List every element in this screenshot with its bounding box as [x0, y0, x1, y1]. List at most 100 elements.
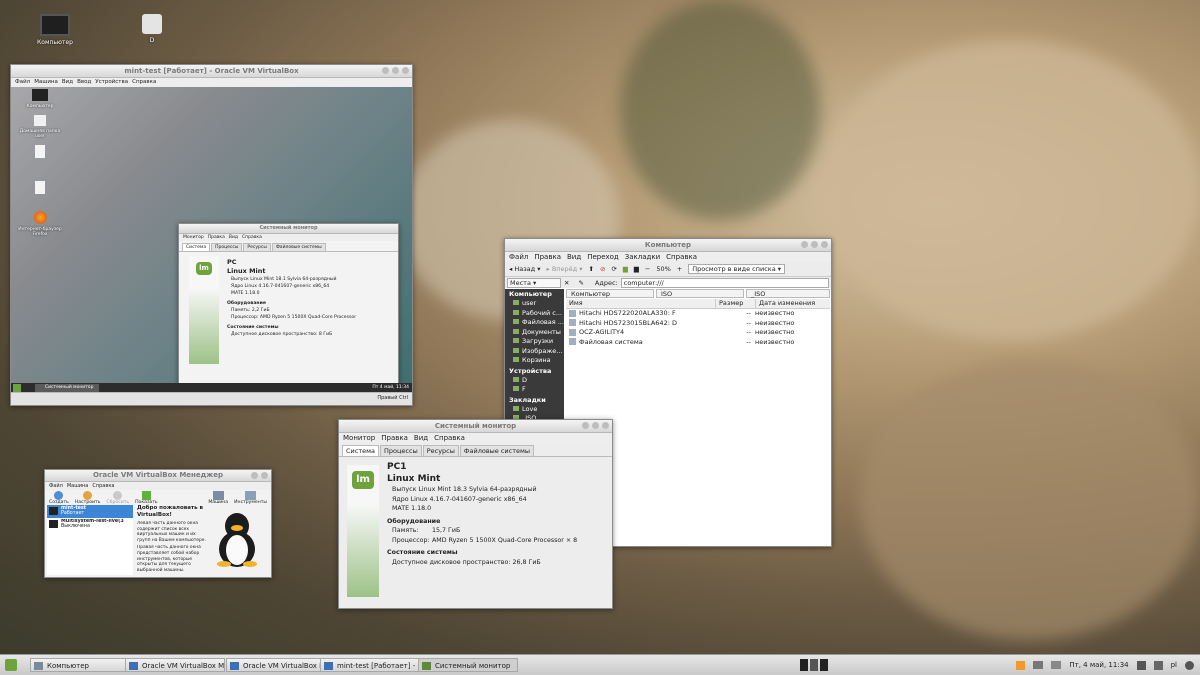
- menu-item[interactable]: Правка: [208, 235, 225, 240]
- breadcrumb-item[interactable]: Компьютер: [566, 289, 654, 298]
- vm-list-item[interactable]: Multisystem-Test-live(3 Выключена: [47, 518, 133, 531]
- stop-icon[interactable]: ⊘: [600, 265, 605, 273]
- menu-item[interactable]: Правка: [534, 253, 561, 261]
- menu-item[interactable]: Машина: [34, 79, 58, 85]
- sidebar-item[interactable]: F: [505, 385, 564, 395]
- zoom-out-icon[interactable]: −: [645, 265, 650, 273]
- volume-icon[interactable]: [1153, 660, 1163, 670]
- keyboard-icon[interactable]: [1051, 661, 1062, 669]
- table-row[interactable]: Файловая система -- неизвестно: [566, 338, 830, 348]
- reload-icon[interactable]: ⟳: [611, 265, 616, 273]
- tab-system[interactable]: Система: [342, 445, 380, 456]
- guest-icon-firefox[interactable]: Интернет-браузер Firefox: [15, 211, 65, 237]
- vm-list-item[interactable]: mint-test Работает: [47, 505, 133, 518]
- minimize-icon[interactable]: [801, 241, 808, 248]
- back-button[interactable]: ◂ Назад ▾: [509, 265, 541, 273]
- menu-item[interactable]: Вид: [62, 79, 73, 85]
- sidebar-item[interactable]: Документы: [505, 328, 564, 338]
- guest-icon-computer[interactable]: Компьютер: [15, 89, 65, 109]
- menu-button[interactable]: [5, 659, 17, 671]
- column-size[interactable]: Размер: [716, 299, 756, 308]
- view-mode-select[interactable]: Просмотр в виде списка ▾: [688, 264, 786, 274]
- sidebar-item[interactable]: Рабочий с...: [505, 309, 564, 319]
- tab-processes[interactable]: Процессы: [380, 445, 422, 456]
- tab-system[interactable]: Система: [182, 243, 211, 251]
- menu-item[interactable]: Справка: [434, 434, 465, 442]
- minimize-icon[interactable]: [582, 422, 589, 429]
- places-select[interactable]: Места ▾: [507, 277, 561, 288]
- guest-clock[interactable]: Пт 4 май, 11:34: [372, 384, 409, 392]
- sidebar-item[interactable]: Изображе...: [505, 347, 564, 357]
- sidebar-item[interactable]: Love: [505, 405, 564, 415]
- menu-item[interactable]: Вид: [229, 235, 238, 240]
- maximize-icon[interactable]: [592, 422, 599, 429]
- sidebar-item[interactable]: Загрузки: [505, 337, 564, 347]
- desktop-icon-drive-d[interactable]: D: [127, 14, 177, 44]
- column-name[interactable]: Имя: [566, 299, 716, 308]
- mail-icon[interactable]: [1033, 661, 1044, 669]
- desktop-icon-computer[interactable]: Компьютер: [30, 14, 80, 46]
- menu-item[interactable]: Файл: [15, 79, 30, 85]
- taskbar-item[interactable]: Компьютер: [30, 658, 132, 672]
- minimize-icon[interactable]: [251, 472, 258, 479]
- menu-item[interactable]: Монитор: [343, 434, 375, 442]
- menu-item[interactable]: Устройства: [95, 79, 128, 85]
- sidebar-item[interactable]: Корзина: [505, 356, 564, 366]
- menu-item[interactable]: Ввод: [77, 79, 91, 85]
- menu-item[interactable]: Монитор: [183, 235, 204, 240]
- sidebar-item[interactable]: user: [505, 299, 564, 309]
- guest-screen[interactable]: Компьютер Домашняя папка user Интернет-б…: [11, 87, 412, 393]
- column-date[interactable]: Дата изменения: [756, 299, 830, 308]
- address-input[interactable]: computer:///: [620, 277, 829, 288]
- sysmon-titlebar[interactable]: Системный монитор: [339, 420, 612, 433]
- breadcrumb-item[interactable]: ISO: [655, 289, 744, 298]
- table-row[interactable]: Hitachi HDS723015BLA642: D -- неизвестно: [566, 319, 830, 329]
- menu-item[interactable]: Справка: [666, 253, 697, 261]
- guest-sysmon-titlebar[interactable]: Системный монитор: [179, 224, 398, 234]
- home-icon[interactable]: ▆: [623, 265, 628, 273]
- table-row[interactable]: Hitachi HDS722020ALA330: F -- неизвестно: [566, 309, 830, 319]
- breadcrumb-item[interactable]: _ISO: [745, 289, 830, 298]
- menu-item[interactable]: Машина: [67, 483, 89, 489]
- guest-icon-file[interactable]: [15, 181, 65, 197]
- vbox-manager-titlebar[interactable]: Oracle VM VirtualBox Менеджер: [45, 470, 271, 482]
- guest-icon-home[interactable]: Домашняя папка user: [15, 115, 65, 139]
- computer-icon[interactable]: ▆: [634, 265, 639, 273]
- minimize-icon[interactable]: [382, 67, 389, 74]
- guest-task[interactable]: Системный монитор: [35, 384, 99, 392]
- workspace-switcher[interactable]: [800, 659, 840, 671]
- menu-item[interactable]: Правка: [381, 434, 408, 442]
- menu-item[interactable]: Справка: [92, 483, 114, 489]
- close-sidebar-icon[interactable]: ✕: [564, 279, 569, 287]
- menu-item[interactable]: Вид: [567, 253, 581, 261]
- taskbar-item[interactable]: Oracle VM VirtualBox Мен...: [125, 658, 225, 672]
- taskbar-item[interactable]: Oracle VM VirtualBox Мен...: [226, 658, 326, 672]
- tab-resources[interactable]: Ресурсы: [422, 445, 459, 456]
- menu-item[interactable]: Справка: [132, 79, 156, 85]
- tab-resources[interactable]: Ресурсы: [243, 243, 271, 251]
- close-icon[interactable]: [402, 67, 409, 74]
- menu-item[interactable]: Справка: [242, 235, 262, 240]
- user-icon[interactable]: [1185, 660, 1194, 670]
- keyboard-layout[interactable]: pl: [1171, 661, 1177, 669]
- taskbar-item[interactable]: Системный монитор: [418, 658, 518, 672]
- tab-processes[interactable]: Процессы: [211, 243, 243, 251]
- table-row[interactable]: OCZ-AGILITY4 -- неизвестно: [566, 328, 830, 338]
- tab-filesystems[interactable]: Файловые системы: [271, 243, 326, 251]
- close-icon[interactable]: [261, 472, 268, 479]
- taskbar-item[interactable]: mint-test [Работает] - Or...: [320, 658, 420, 672]
- maximize-icon[interactable]: [811, 241, 818, 248]
- menu-item[interactable]: Файл: [509, 253, 528, 261]
- guest-icon-file[interactable]: [15, 145, 65, 161]
- guest-menu-button[interactable]: [13, 384, 21, 392]
- clock[interactable]: Пт, 4 май, 11:34: [1069, 661, 1128, 669]
- menu-item[interactable]: Файл: [49, 483, 63, 489]
- menu-item[interactable]: Вид: [414, 434, 428, 442]
- close-icon[interactable]: [602, 422, 609, 429]
- sidebar-item[interactable]: D: [505, 376, 564, 386]
- zoom-in-icon[interactable]: +: [677, 265, 682, 273]
- vm-window-titlebar[interactable]: mint-test [Работает] - Oracle VM Virtual…: [11, 65, 412, 78]
- network-icon[interactable]: [1136, 660, 1146, 670]
- file-manager-titlebar[interactable]: Компьютер: [505, 239, 831, 252]
- maximize-icon[interactable]: [392, 67, 399, 74]
